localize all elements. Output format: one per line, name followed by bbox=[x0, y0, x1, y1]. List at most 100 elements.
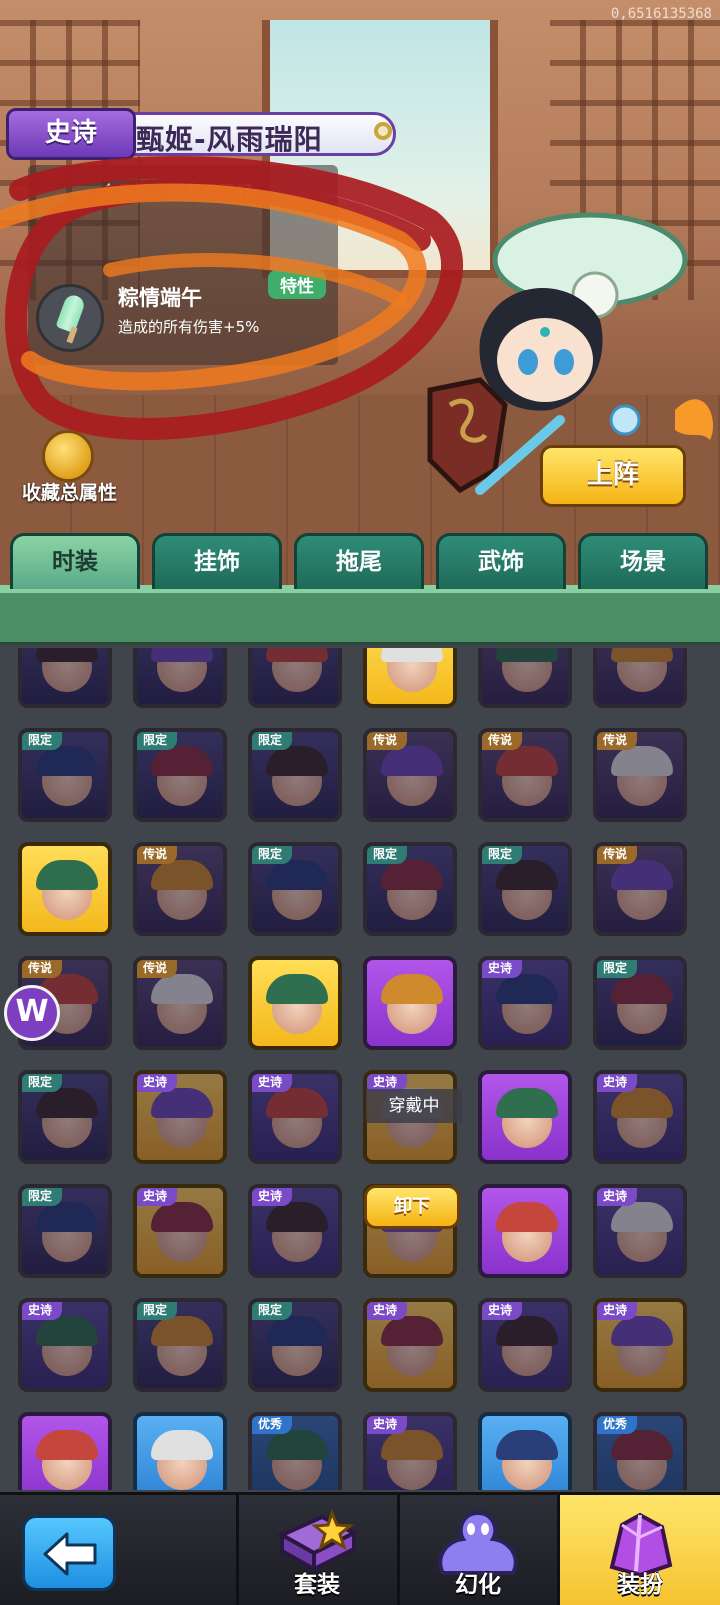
outfit-cell[interactable]: 传说 bbox=[363, 728, 457, 822]
outfit-cell[interactable]: 传说 bbox=[593, 728, 687, 822]
outfit-cell[interactable]: 史诗 bbox=[593, 1184, 687, 1278]
outfit-cell[interactable]: 限定 bbox=[18, 1184, 112, 1278]
rarity-tag: 史诗 bbox=[367, 1302, 408, 1320]
rarity-tag: 传说 bbox=[137, 960, 178, 978]
rarity-tag: 限定 bbox=[252, 846, 293, 864]
outfit-cell[interactable]: 史诗 bbox=[478, 956, 572, 1050]
tab-costume[interactable]: 时装 bbox=[10, 533, 140, 589]
rarity-tag: 限定 bbox=[22, 1188, 63, 1206]
nav-item-suits-label: 套装 bbox=[294, 1572, 340, 1598]
outfit-cell[interactable]: 限定 bbox=[133, 1298, 227, 1392]
rarity-badge: 史诗 bbox=[6, 108, 136, 160]
rarity-tag: 限定 bbox=[252, 1302, 293, 1320]
outfit-cell[interactable]: 限定 bbox=[18, 1070, 112, 1164]
outfit-cell[interactable]: 限定 bbox=[248, 728, 342, 822]
rarity-tag: 限定 bbox=[137, 1302, 178, 1320]
outfit-cell[interactable] bbox=[18, 648, 112, 708]
outfit-cell[interactable]: 史诗 bbox=[363, 1298, 457, 1392]
rarity-tag: 史诗 bbox=[597, 1074, 638, 1092]
overlay-w-logo-icon[interactable]: W bbox=[4, 985, 60, 1041]
bottom-navigation: 套装 幻化 装扮 bbox=[0, 1492, 720, 1605]
back-arrow-icon bbox=[43, 1532, 97, 1576]
outfit-cell[interactable]: 优秀 bbox=[593, 1412, 687, 1490]
outfit-cell[interactable] bbox=[363, 956, 457, 1050]
tab-trail[interactable]: 拖尾 bbox=[294, 533, 424, 589]
tab-weapon-skin[interactable]: 武饰 bbox=[436, 533, 566, 589]
locked-dim-overlay bbox=[482, 648, 568, 704]
outfit-cell[interactable]: 限定 bbox=[248, 842, 342, 936]
outfit-cell[interactable]: 史诗 bbox=[248, 1070, 342, 1164]
wearing-indicator: 穿戴中 bbox=[366, 1089, 462, 1123]
rarity-tag: 传说 bbox=[367, 732, 408, 750]
nav-item-dressup[interactable]: 装扮 bbox=[560, 1495, 720, 1605]
outfit-cell[interactable]: 限定 bbox=[363, 842, 457, 936]
outfit-cell[interactable] bbox=[593, 648, 687, 708]
outfit-cell[interactable]: 史诗 bbox=[248, 1184, 342, 1278]
outfit-cell[interactable]: 限定 bbox=[478, 842, 572, 936]
outfit-portrait-hair bbox=[496, 1430, 558, 1460]
flavor-text: ...金风软，香罗叠雪轻。 bbox=[84, 183, 271, 203]
rarity-tag: 史诗 bbox=[137, 1188, 178, 1206]
outfit-portrait-hair bbox=[496, 1202, 558, 1232]
nav-item-transform[interactable]: 幻化 bbox=[400, 1495, 556, 1605]
locked-dim-overlay bbox=[597, 648, 683, 704]
rarity-tag: 限定 bbox=[137, 732, 178, 750]
outfit-cell[interactable] bbox=[363, 648, 457, 708]
locked-dim-overlay bbox=[252, 648, 338, 704]
locked-dim-overlay bbox=[22, 648, 108, 704]
outfit-portrait-hair bbox=[36, 860, 98, 890]
outfit-cell[interactable]: 史诗 bbox=[593, 1070, 687, 1164]
outfit-cell[interactable] bbox=[478, 648, 572, 708]
outfit-cell[interactable] bbox=[18, 1412, 112, 1490]
rarity-tag: 史诗 bbox=[252, 1188, 293, 1206]
outfit-portrait-hair bbox=[381, 974, 443, 1004]
outfit-cell[interactable]: 史诗 bbox=[363, 1412, 457, 1490]
outfit-cell[interactable]: 传说 bbox=[133, 956, 227, 1050]
rarity-tag: 传说 bbox=[22, 960, 63, 978]
outfit-cell[interactable] bbox=[133, 648, 227, 708]
debug-coordinate-readout: 0,6516135368 bbox=[610, 6, 712, 22]
tab-rail bbox=[0, 585, 720, 645]
outfit-cell[interactable] bbox=[478, 1412, 572, 1490]
outfit-cell[interactable] bbox=[478, 1070, 572, 1164]
outfit-cell[interactable]: 限定 bbox=[593, 956, 687, 1050]
outfit-cell[interactable] bbox=[248, 956, 342, 1050]
outfit-cell[interactable]: 限定 bbox=[133, 728, 227, 822]
back-button[interactable] bbox=[22, 1515, 116, 1591]
outfit-cell[interactable]: 史诗 bbox=[133, 1184, 227, 1278]
outfit-cell[interactable]: 史诗 bbox=[18, 1298, 112, 1392]
tab-scene[interactable]: 场景 bbox=[578, 533, 708, 589]
outfit-cell[interactable]: 史诗 bbox=[593, 1298, 687, 1392]
tab-accessory[interactable]: 挂饰 bbox=[152, 533, 282, 589]
nav-item-dressup-label: 装扮 bbox=[617, 1572, 663, 1598]
rarity-tag: 限定 bbox=[252, 732, 293, 750]
rarity-tag: 限定 bbox=[597, 960, 638, 978]
outfit-grid: 限定 限定 限定 传说 传说 传说 传说 限定 限定 限定 传说 传说 传说 史诗 限定 限定 史诗 史诗 史诗 史诗… bbox=[0, 648, 720, 1490]
rarity-tag: 史诗 bbox=[597, 1188, 638, 1206]
category-tabs: 时装 挂饰 拖尾 武饰 场景 bbox=[10, 533, 710, 589]
outfit-portrait-hair bbox=[151, 1430, 213, 1460]
deploy-button[interactable]: 上阵 bbox=[540, 445, 686, 507]
outfit-cell[interactable]: 限定 bbox=[248, 1298, 342, 1392]
outfit-cell[interactable] bbox=[478, 1184, 572, 1278]
outfit-cell[interactable]: 传说 bbox=[478, 728, 572, 822]
outfit-cell[interactable] bbox=[18, 842, 112, 936]
outfit-cell[interactable]: 传说 bbox=[133, 842, 227, 936]
outfit-cell[interactable] bbox=[133, 1412, 227, 1490]
nav-item-transform-label: 幻化 bbox=[455, 1572, 501, 1598]
unequip-button[interactable]: 卸下 bbox=[364, 1185, 460, 1229]
outfit-cell[interactable]: 史诗 bbox=[133, 1070, 227, 1164]
outfit-cell[interactable]: 限定 bbox=[18, 728, 112, 822]
outfit-cell[interactable]: 传说 bbox=[593, 842, 687, 936]
outfit-cell[interactable]: 优秀 bbox=[248, 1412, 342, 1490]
outfit-cell[interactable] bbox=[248, 648, 342, 708]
collection-attributes-button[interactable]: 收藏总属性 bbox=[18, 430, 148, 510]
nav-item-suits[interactable]: 套装 bbox=[239, 1495, 395, 1605]
rarity-tag: 限定 bbox=[22, 732, 63, 750]
rarity-tag: 限定 bbox=[367, 846, 408, 864]
rarity-tag: 史诗 bbox=[482, 1302, 523, 1320]
trait-row: 特性 粽情端午 造成的所有伤害+5% bbox=[36, 270, 416, 360]
rarity-tag: 传说 bbox=[597, 732, 638, 750]
outfit-cell[interactable]: 史诗 bbox=[478, 1298, 572, 1392]
rarity-tag: 传说 bbox=[482, 732, 523, 750]
